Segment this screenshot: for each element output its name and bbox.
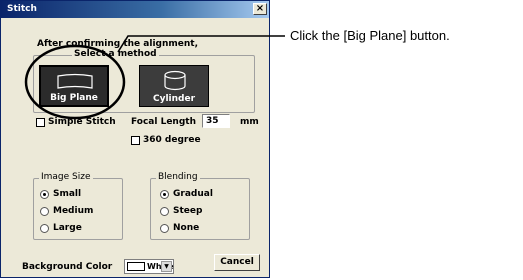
callout-line (117, 35, 285, 53)
highlight-ellipse (24, 44, 126, 120)
callout-text: Click the [Big Plane] button. (290, 28, 450, 43)
